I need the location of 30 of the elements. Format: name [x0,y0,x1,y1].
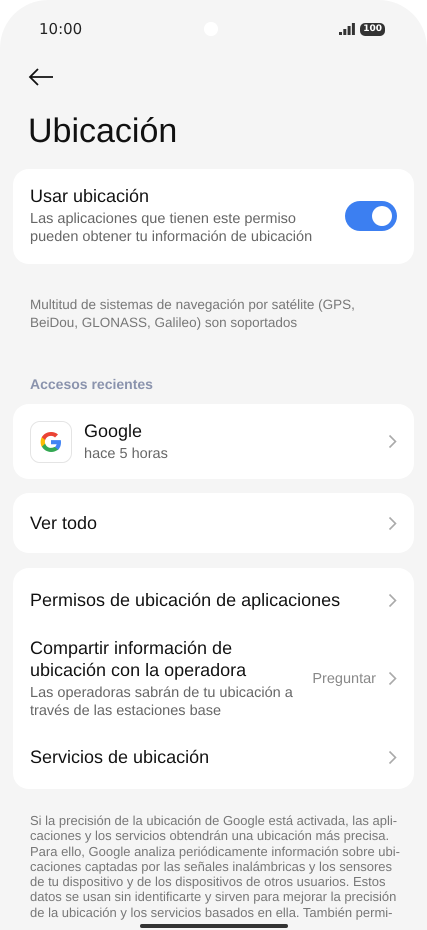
item-label: Permisos de ubicación de aplicaciones [30,589,342,611]
item-label: Compartir información de ubicación con la operadora [30,637,248,681]
settings-item[interactable]: Compartir información de ubicación con la operadora Las operadoras sabrán de tu ubicación a través de las estaciones base Preguntar [13,624,414,733]
footer-paragraph: Si la precisión de la ubicación de Google está activada, las apli- caciones y los servicios obtendrán una ubicación más precisa. Para ello, Google analiza periódicamente información sobre ubi- caciones captadas por las señales inalámbricas y los sensores de tu dispositivo y de los dispositivos de otros usuarios. Estos datos se usan sin identificarte y sirven para mejorar la precisión de la ubicación y los servicios basados en ella. También permi- [30,813,401,920]
chevron-right-icon [388,671,397,686]
settings-item[interactable]: Servicios de ubicación [13,733,414,781]
back-arrow-icon [28,68,54,86]
chevron-right-icon [388,592,397,608]
item-label: Servicios de ubicación [30,746,210,768]
chevron-right-icon [388,434,397,449]
gnss-note: Multitud de sistemas de navegación por satélite (GPS, BeiDou, GLONASS, Galileo) son soportados [30,296,356,332]
item-value: Preguntar [312,670,376,686]
item-label: Ver todo [30,512,98,534]
app-name: Google [84,420,144,442]
back-button[interactable] [26,66,56,88]
settings-item[interactable]: Permisos de ubicación de aplicaciones [13,576,414,624]
chevron-right-icon [388,750,397,764]
item-description: Las operadoras sabrán de tu ubicación a través de las estaciones base [30,684,294,720]
page-title: Ubicación [28,112,178,151]
signal-icon [339,23,356,35]
toggle-switch[interactable] [345,200,397,230]
chevron-right-icon [388,516,397,530]
status-time: 10:00 [39,20,82,38]
see-all-item[interactable]: Ver todo [13,493,414,553]
battery-level: 100 [360,22,385,36]
section-header: Accesos recientes [30,376,154,392]
access-time: hace 5 horas [84,445,169,463]
recent-app-item[interactable]: Google hace 5 horas [13,404,414,479]
setting-label: Usar ubicación [30,185,150,207]
setting-description: Las aplicaciones que tienen este permiso pueden obtener tu información de ubicación [30,210,314,246]
